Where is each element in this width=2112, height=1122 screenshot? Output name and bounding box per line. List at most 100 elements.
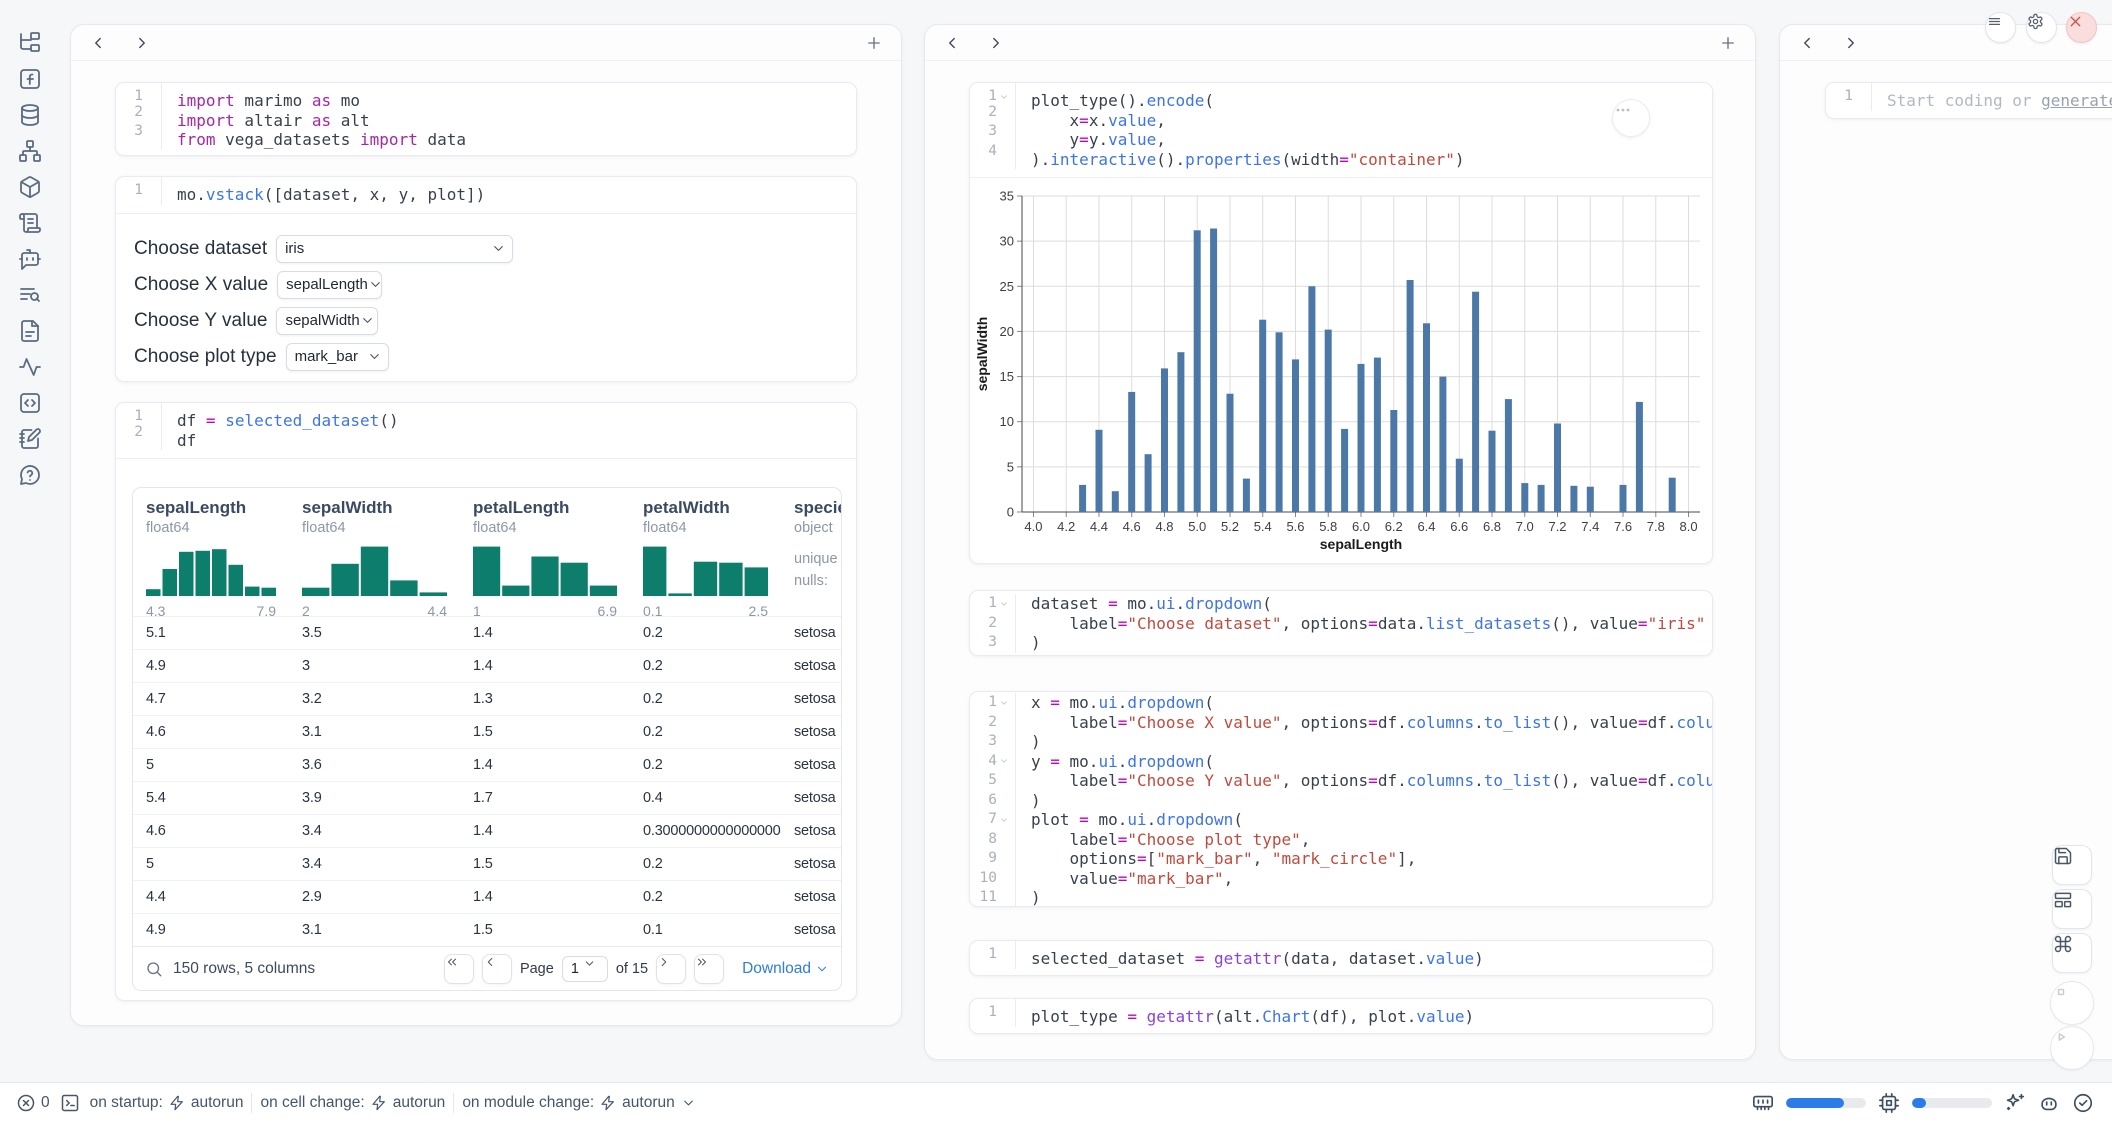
settings-button[interactable] (2026, 12, 2057, 43)
table-row[interactable]: 4.63.11.50.2setosa (133, 715, 841, 748)
generate-with-ai-link[interactable]: generate (2041, 91, 2112, 110)
sidebar-database-icon[interactable] (17, 102, 43, 128)
sidebar-scroll-text-icon[interactable] (17, 210, 43, 236)
save-icon (2053, 846, 2091, 884)
sidebar-file-text-icon[interactable] (17, 318, 43, 344)
sidebar-box-icon[interactable] (17, 174, 43, 200)
table-cell: 3.4 (289, 823, 460, 839)
table-cell: 1.5 (460, 724, 630, 740)
table-row[interactable]: 4.93.11.50.1setosa (133, 913, 841, 946)
download-button[interactable]: Download (742, 960, 829, 978)
bar-chart[interactable]: 4.04.24.44.64.85.05.25.45.65.86.06.26.46… (976, 182, 1710, 558)
column-header-species[interactable]: species objectuniquenulls: (781, 488, 842, 616)
move-column-left-button[interactable] (1798, 34, 1816, 52)
table-cell: 3.1 (289, 724, 460, 740)
code-editor[interactable]: 123dataset = mo.ui.dropdown( label="Choo… (970, 591, 1712, 653)
line-number-gutter: 1 (116, 177, 162, 205)
last-page-button[interactable] (694, 954, 724, 984)
layout-toggle-button[interactable] (2052, 889, 2092, 929)
fold-chevron-icon[interactable] (999, 599, 1009, 609)
sidebar-list-search-icon[interactable] (17, 282, 43, 308)
code-editor[interactable]: 1plot_type = getattr(alt.Chart(df), plot… (970, 999, 1712, 1027)
next-page-button[interactable] (656, 954, 686, 984)
code-editor[interactable]: 1234567891011x = mo.ui.dropdown( label="… (970, 692, 1712, 907)
move-column-right-button[interactable] (133, 34, 151, 52)
code-editor[interactable]: 1234plot_type().encode( x=x.value, y=y.v… (970, 83, 1712, 177)
chart-menu-button[interactable] (1612, 99, 1650, 137)
code-editor[interactable]: 12df = selected_dataset()df (116, 403, 856, 458)
shutdown-button[interactable] (2066, 12, 2097, 43)
runtime-config-3[interactable]: on module change:autorun (462, 1094, 695, 1112)
table-row[interactable]: 5.43.91.70.4setosa (133, 781, 841, 814)
search-icon[interactable] (145, 960, 163, 978)
move-column-left-button[interactable] (943, 34, 961, 52)
svg-text:7.0: 7.0 (1516, 519, 1534, 534)
fold-chevron-icon[interactable] (999, 92, 1009, 102)
sidebar-notebook-pen-icon[interactable] (17, 426, 43, 452)
save-button[interactable] (2052, 845, 2092, 885)
sidebar-activity-icon[interactable] (17, 354, 43, 380)
sidebar-network-icon[interactable] (17, 138, 43, 164)
runtime-config-2[interactable]: on cell change:autorun (260, 1094, 445, 1112)
runtime-config-1[interactable]: on startup:autorun (90, 1094, 244, 1112)
code-editor[interactable]: 1Start coding or generate with AI (1826, 83, 2112, 111)
dropdown-choose-plot-type[interactable]: mark_bar (286, 343, 389, 371)
table-row[interactable]: 53.61.40.2setosa (133, 748, 841, 781)
code-content: dataset = mo.ui.dropdown( label="Choose … (1016, 594, 1712, 653)
svg-text:8.0: 8.0 (1679, 519, 1697, 534)
table-row[interactable]: 5.13.51.40.2setosa (133, 616, 841, 649)
sidebar-bot-message-icon[interactable] (17, 246, 43, 272)
column-header-sepalWidth[interactable]: sepalWidth float64 24.4 (289, 488, 460, 616)
config-label: on cell change: (260, 1094, 364, 1112)
fold-chevron-icon[interactable] (999, 756, 1009, 766)
move-column-right-button[interactable] (1842, 34, 1860, 52)
first-page-button[interactable] (444, 954, 474, 984)
chevron-left-icon (89, 34, 107, 52)
table-row[interactable]: 4.73.21.30.2setosa (133, 682, 841, 715)
cpu-icon (1878, 1092, 1900, 1114)
fold-chevron-icon[interactable] (999, 698, 1009, 708)
dropdown-choose-y-value[interactable]: sepalWidth (276, 307, 378, 335)
connection-status-icon[interactable] (2072, 1092, 2094, 1114)
code-editor[interactable]: 123import marimo as moimport altair as a… (116, 83, 856, 150)
fold-chevron-icon[interactable] (999, 815, 1009, 825)
code-cell-dataframe: 12df = selected_dataset()df sepalLength … (115, 402, 857, 1001)
code-cell-plot-type: 1plot_type = getattr(alt.Chart(df), plot… (969, 998, 1713, 1034)
column-header-petalWidth[interactable]: petalWidth float64 0.12.5 (630, 488, 781, 616)
code-editor[interactable]: 1selected_dataset = getattr(data, datase… (970, 941, 1712, 969)
add-column-button[interactable] (865, 34, 883, 52)
dropdown-choose-x-value[interactable]: sepalLength (277, 271, 382, 299)
add-column-button[interactable] (1719, 34, 1737, 52)
run-all-button[interactable] (2050, 1026, 2094, 1070)
command-palette-button[interactable] (2052, 933, 2092, 973)
table-row[interactable]: 4.42.91.40.2setosa (133, 880, 841, 913)
chevron-down-icon (368, 277, 383, 292)
sidebar-code-square-icon[interactable] (17, 390, 43, 416)
page-select[interactable]: 1 (562, 956, 608, 982)
code-editor[interactable]: 1mo.vstack([dataset, x, y, plot]) (116, 177, 856, 213)
code-cell-dataset-dropdown: 123dataset = mo.ui.dropdown( label="Choo… (969, 590, 1713, 656)
copilot-button[interactable] (2038, 1092, 2060, 1114)
table-row[interactable]: 4.63.41.40.30000000000000004setosa (133, 814, 841, 847)
sidebar-function-square-icon[interactable] (17, 66, 43, 92)
move-column-left-button[interactable] (89, 34, 107, 52)
sidebar-help-bubble-icon[interactable] (17, 462, 43, 488)
prev-page-button[interactable] (482, 954, 512, 984)
column-header-petalLength[interactable]: petalLength float64 16.9 (460, 488, 630, 616)
column-header-sepalLength[interactable]: sepalLength float64 4.37.9 (133, 488, 289, 616)
terminal-button[interactable] (60, 1093, 80, 1113)
move-column-right-button[interactable] (987, 34, 1005, 52)
search-icon (145, 960, 163, 978)
table-row[interactable]: 4.931.40.2setosa (133, 649, 841, 682)
table-cell: 5 (133, 856, 289, 872)
errors-badge[interactable]: 0 (16, 1093, 50, 1113)
table-cell: 1.4 (460, 823, 630, 839)
dropdown-row: Choose X valuesepalLength (134, 270, 856, 300)
sidebar-file-tree-icon[interactable] (17, 30, 43, 56)
dropdown-choose-dataset[interactable]: iris (276, 235, 513, 263)
stop-button[interactable] (2050, 981, 2094, 1025)
table-row[interactable]: 53.41.50.2setosa (133, 847, 841, 880)
notebook-menu-button[interactable] (1985, 12, 2016, 43)
ai-sparkles-button[interactable] (2004, 1092, 2026, 1114)
chevrons-right-icon (695, 955, 723, 983)
